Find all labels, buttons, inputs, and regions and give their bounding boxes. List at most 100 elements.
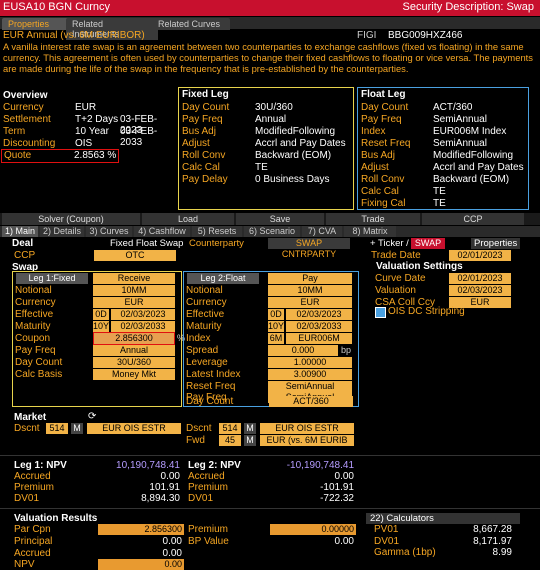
par-cpn-value[interactable]: 2.856300	[98, 524, 184, 535]
fixed-leg-value: Annual	[255, 114, 287, 125]
tab-cashflow[interactable]: 4) Cashflow	[134, 226, 190, 237]
ccp-dropdown[interactable]: OTC	[94, 250, 176, 261]
leg1-curve-num[interactable]: 514	[46, 423, 68, 434]
float-leg-label: Bus Adj	[361, 150, 395, 161]
leg2-maturity-code[interactable]: 10Y	[268, 321, 284, 332]
fwd-curve-name[interactable]: EUR (vs. 6M EURIB	[260, 435, 354, 446]
leg2-curve-num[interactable]: 514	[219, 423, 241, 434]
leg2-label: Effective	[186, 309, 225, 320]
leg2-effective-code[interactable]: 0D	[268, 309, 284, 320]
leg1-effective-code[interactable]: 0D	[93, 309, 109, 320]
overview-value: 10 Year	[75, 126, 109, 137]
leg2-day-count[interactable]: ACT/360	[269, 396, 353, 407]
leg2-maturity[interactable]: 02/03/2033	[286, 321, 352, 332]
ticker-field[interactable]: SWAP	[411, 238, 445, 249]
leg1-day-count[interactable]: 30U/360	[93, 357, 175, 368]
tab-curves[interactable]: 3) Curves	[86, 226, 132, 237]
leg2-curve-m[interactable]: M	[244, 423, 256, 434]
ccp-button[interactable]: CCP	[422, 213, 524, 225]
leg2-currency[interactable]: EUR	[268, 297, 352, 308]
leg1-currency[interactable]: EUR	[93, 297, 175, 308]
leg2-notional[interactable]: 10MM	[268, 285, 352, 296]
leg2-reset-freq[interactable]: SemiAnnual	[268, 381, 352, 392]
leg2-latest-index[interactable]: 3.00900	[268, 369, 352, 380]
tab-number: 4)	[138, 226, 147, 236]
leg1-label: Pay Freq	[15, 345, 56, 356]
float-leg-value: EUR006M Index	[433, 126, 507, 137]
leg1-direction[interactable]: Receive	[93, 273, 175, 284]
tab-main[interactable]: 1) Main	[2, 226, 38, 237]
fixed-leg-value: Backward (EOM)	[255, 150, 332, 161]
leg2-curve-name[interactable]: EUR OIS ESTR	[260, 423, 354, 434]
leg1-effective[interactable]: 02/03/2023	[111, 309, 175, 320]
leg2-accrued-value: 0.00	[334, 471, 354, 482]
quote-value[interactable]: 2.8563 %	[74, 150, 116, 161]
tab-resets[interactable]: 5) Resets	[192, 226, 242, 237]
leg2-leverage[interactable]: 1.00000	[268, 357, 352, 368]
solver-button[interactable]: Solver (Coupon)	[2, 213, 140, 225]
overview-value: T+2 Days	[75, 114, 119, 125]
leg1-notional[interactable]: 10MM	[93, 285, 175, 296]
leg1-curve-name[interactable]: EUR OIS ESTR	[87, 423, 181, 434]
tab-cva[interactable]: 7) CVA	[302, 226, 342, 237]
leg2-effective[interactable]: 02/03/2023	[286, 309, 352, 320]
leg1-maturity-code[interactable]: 10Y	[93, 321, 109, 332]
properties-button[interactable]: Properties	[471, 238, 521, 249]
fwd-curve-m[interactable]: M	[244, 435, 256, 446]
tab-scenario[interactable]: 6) Scenario	[244, 226, 300, 237]
ois-checkbox[interactable]	[375, 307, 386, 318]
leg2-label: Notional	[186, 285, 223, 296]
leg2-index[interactable]: EUR006M	[286, 333, 352, 344]
leg1-curve-m[interactable]: M	[71, 423, 83, 434]
tab-properties[interactable]: Properties	[2, 18, 72, 30]
fixed-leg-value: ModifiedFollowing	[255, 126, 336, 137]
tab-label: Main	[15, 226, 36, 236]
vr-npv-value[interactable]: 0.00	[98, 559, 184, 570]
leg1-coupon[interactable]: 2.856300	[93, 332, 175, 345]
gamma-value: 8.99	[492, 547, 512, 558]
tab-matrix[interactable]: 8) Matrix	[344, 226, 396, 237]
leg2-direction[interactable]: Pay	[268, 273, 352, 284]
leg1-pay-freq[interactable]: Annual	[93, 345, 175, 356]
refresh-icon[interactable]: ⟳	[88, 411, 96, 422]
curve-date-label: Curve Date	[375, 273, 426, 284]
load-button[interactable]: Load	[142, 213, 234, 225]
tab-details[interactable]: 2) Details	[40, 226, 84, 237]
trade-date-label: Trade Date	[371, 250, 421, 261]
curve-date-field[interactable]: 02/01/2023	[449, 273, 511, 284]
leg1-header[interactable]: Leg 1:Fixed	[16, 273, 88, 284]
calculators-header[interactable]: 22) Calculators	[366, 513, 520, 524]
fixed-leg-value: 0 Business Days	[255, 174, 330, 185]
main-tab-bar: 1) Main 2) Details 3) Curves 4) Cashflow…	[0, 226, 540, 237]
valuation-date-field[interactable]: 02/03/2023	[449, 285, 511, 296]
tab-number: 2)	[42, 226, 51, 236]
leg2-label: Reset Freq	[186, 381, 236, 392]
figi-value: BBG009HXZ466	[388, 30, 463, 41]
vr-accrued-label: Accrued	[14, 548, 51, 559]
float-leg-label: Reset Freq	[361, 138, 411, 149]
calculators-number: 22)	[370, 513, 384, 524]
vr-premium-value[interactable]: 0.00000	[270, 524, 356, 535]
leg2-index-code[interactable]: 6M	[268, 333, 284, 344]
trade-date-field[interactable]: 02/01/2023	[449, 250, 511, 261]
counterparty-field[interactable]: SWAP CNTRPARTY	[268, 238, 350, 259]
overview-label: Currency	[3, 102, 44, 113]
action-toolbar: Solver (Coupon) Load Save Trade CCP	[0, 213, 540, 225]
fwd-curve-num[interactable]: 45	[219, 435, 241, 446]
tab-related-curves[interactable]: Related Curves	[152, 18, 230, 30]
float-leg-value: TE	[433, 198, 446, 209]
vr-accrued-value: 0.00	[162, 548, 182, 559]
save-button[interactable]: Save	[236, 213, 324, 225]
overview-title: Overview	[3, 90, 48, 101]
leg1-maturity[interactable]: 02/03/2033	[111, 321, 175, 332]
leg1-calc-basis[interactable]: Money Mkt	[93, 369, 175, 380]
ticker-button[interactable]: + Ticker /	[370, 238, 409, 249]
leg2-label: Currency	[186, 297, 227, 308]
leg2-spread[interactable]: 0.000	[268, 345, 338, 356]
fixed-leg-value: Accrl and Pay Dates	[255, 138, 346, 149]
tab-number: 6)	[248, 226, 257, 236]
leg1-accrued-value: 0.00	[160, 471, 180, 482]
trade-button[interactable]: Trade	[326, 213, 420, 225]
leg1-label: Coupon	[15, 333, 51, 344]
leg2-header[interactable]: Leg 2:Float	[187, 273, 259, 284]
